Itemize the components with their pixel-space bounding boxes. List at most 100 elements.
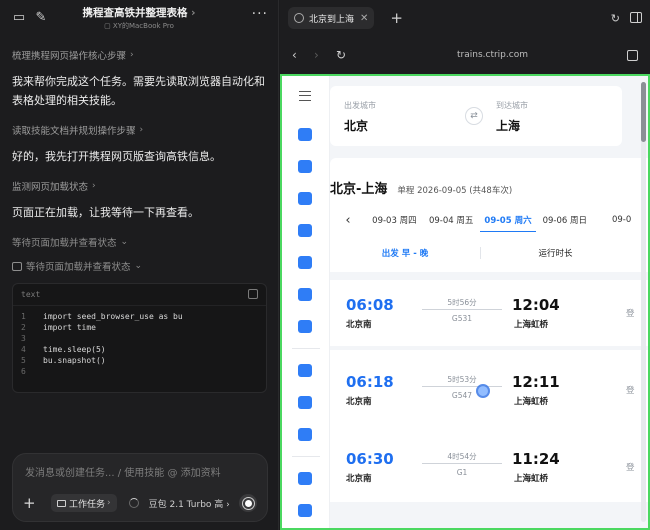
nav-divider [292, 348, 320, 349]
nav-divider [292, 456, 320, 457]
sort-by-duration[interactable]: 运行时长 [480, 247, 630, 259]
address-bar: ‹ › ↻ trains.ctrip.com [280, 36, 650, 74]
chat-pane: ▭ ✎ 携程查高铁并整理表格 › ▢ XY的MacBook Pro ··· 梳理… [0, 0, 279, 530]
train-row[interactable]: 06:18 北京南 5时53分 G547 12:11 上海虹桥 登 [330, 357, 648, 423]
book-button[interactable]: 登 [626, 461, 635, 473]
model-selector[interactable]: 豆包 2.1 Turbo 高 › [149, 497, 230, 510]
row-separator [330, 502, 648, 528]
global-icon[interactable] [298, 472, 312, 485]
sort-by-departure[interactable]: 出发 早 - 晚 [330, 247, 480, 259]
url-display[interactable]: trains.ctrip.com [358, 50, 627, 60]
sidebar-toggle-icon[interactable]: ▭ [8, 6, 30, 28]
route-header: 北京-上海 单程 2026-09-05 (共48车次) [330, 178, 512, 197]
bus-icon[interactable] [298, 288, 312, 301]
transfer-icon[interactable] [298, 364, 312, 377]
car-icon[interactable] [298, 320, 312, 333]
code-line: 5 bu.snapshot() [21, 356, 106, 365]
travel-duration: 4时54分 [447, 452, 477, 461]
terminal-icon [12, 261, 22, 271]
step-summary[interactable]: 梳理携程网页操作核心步骤 › [12, 48, 266, 62]
step-summary[interactable]: 监测网页加载状态 › [12, 179, 266, 193]
duration-line [422, 309, 502, 310]
open-external-icon[interactable] [627, 49, 638, 61]
code-lines: 1 import seed_browser_use as bu 2 import t… [13, 306, 266, 382]
code-line: 6 [21, 367, 26, 376]
book-button[interactable]: 登 [626, 307, 635, 319]
arrival-time: 12:04 [512, 296, 560, 314]
tool-call-summary[interactable]: 等待页面加载并查看状态 ⌄ [12, 259, 266, 273]
browser-pane: 北京到上海 ✕ + ↻ ‹ › ↻ trains.ctrip.com 出发城市 … [280, 0, 650, 530]
from-city-label: 出发城市 [344, 101, 376, 110]
panel-layout-icon[interactable] [630, 11, 642, 23]
composer-placeholder[interactable]: 发消息或创建任务... / 使用技能 @ 添加资料 [25, 464, 221, 479]
scrollbar-thumb[interactable] [641, 82, 646, 142]
agent-cursor-indicator [476, 384, 490, 398]
code-line: 4 time.sleep(5) [21, 345, 106, 354]
new-tab-button[interactable]: + [390, 9, 403, 27]
train-number: G1 [456, 468, 468, 477]
train-number: G531 [451, 314, 473, 323]
departure-time: 06:18 [346, 373, 394, 391]
guide-icon[interactable] [298, 396, 312, 409]
arrival-station: 上海虹桥 [514, 474, 549, 484]
departure-station: 北京南 [346, 397, 372, 407]
close-tab-icon[interactable]: ✕ [360, 13, 368, 24]
assistant-message: 我来帮你完成这个任务。需要先读取浏览器自动化和表格处理的相关技能。 [12, 75, 265, 107]
new-chat-icon[interactable]: ✎ [30, 6, 52, 28]
city-selector: 出发城市 北京 ⇄ 到达城市 上海 [330, 86, 622, 146]
hotel-icon[interactable] [298, 128, 312, 141]
step-summary[interactable]: 读取技能文档并规划操作步骤 › [12, 123, 266, 137]
window-controls: ↻ [611, 11, 642, 25]
date-tab-active[interactable]: 09-05 周六 [479, 209, 537, 232]
date-selector: ‹ 09-03 周四 09-04 周五 09-05 周六 09-06 周日 09… [330, 206, 648, 234]
page-scrollbar[interactable] [641, 82, 646, 522]
departure-time: 06:30 [346, 450, 394, 468]
deals-icon[interactable] [298, 428, 312, 441]
arrival-time: 12:11 [512, 373, 560, 391]
departure-time: 06:08 [346, 296, 394, 314]
stop-button[interactable] [239, 494, 257, 512]
date-tab[interactable]: 09-06 周日 [536, 209, 593, 231]
work-task-chip[interactable]: 工作任务 › [51, 494, 117, 512]
code-language: text [13, 284, 266, 306]
code-line: 1 import seed_browser_use as bu [21, 312, 183, 321]
browser-tabbar: 北京到上海 ✕ + ↻ [280, 0, 650, 36]
code-block: text 1 import seed_browser_use as bu 2 imp… [12, 283, 267, 393]
refresh-panel-icon[interactable]: ↻ [611, 12, 620, 25]
from-city-field[interactable]: 北京 [344, 117, 368, 134]
duration-line [422, 463, 502, 464]
attach-button[interactable]: + [23, 494, 39, 512]
to-city-label: 到达城市 [496, 101, 528, 110]
ticket-icon[interactable] [298, 224, 312, 237]
app-icon[interactable] [298, 504, 312, 517]
train-row[interactable]: 06:30 北京南 4时54分 G1 11:24 上海虹桥 登 [330, 434, 648, 500]
chat-topbar: ▭ ✎ 携程查高铁并整理表格 › ▢ XY的MacBook Pro ··· [0, 0, 278, 34]
to-city-field[interactable]: 上海 [496, 117, 520, 134]
date-tab[interactable]: 09-03 周四 [366, 209, 423, 231]
message-composer[interactable]: 发消息或创建任务... / 使用技能 @ 添加资料 + 工作任务 › 豆包 2.… [12, 453, 268, 522]
duration-line [422, 386, 502, 387]
departure-station: 北京南 [346, 474, 372, 484]
back-button[interactable]: ‹ [292, 48, 314, 62]
laptop-icon [57, 499, 66, 507]
flight-icon[interactable] [298, 160, 312, 173]
book-button[interactable]: 登 [626, 384, 635, 396]
swap-cities-button[interactable]: ⇄ [465, 107, 483, 125]
composer-toolbar: + 工作任务 › 豆包 2.1 Turbo 高 › [23, 493, 257, 513]
menu-icon[interactable] [299, 91, 311, 101]
arrival-station: 上海虹桥 [514, 397, 549, 407]
sort-filter-row: 出发 早 - 晚 运行时长 [330, 242, 648, 264]
reload-button[interactable]: ↻ [336, 48, 358, 62]
route-title: 北京-上海 [330, 182, 388, 197]
browser-tab[interactable]: 北京到上海 ✕ [288, 7, 375, 29]
train-icon[interactable] [298, 192, 312, 205]
prev-date-button[interactable]: ‹ [330, 213, 366, 228]
attractions-icon[interactable] [298, 256, 312, 269]
train-row[interactable]: 06:08 北京南 5时56分 G531 12:04 上海虹桥 登 [330, 280, 648, 346]
more-options-button[interactable]: ··· [252, 6, 268, 22]
copy-icon[interactable] [248, 289, 258, 299]
forward-button[interactable]: › [314, 48, 336, 62]
date-tab[interactable]: 09-04 周五 [423, 209, 480, 231]
departure-station: 北京南 [346, 320, 372, 330]
step-summary[interactable]: 等待页面加载并查看状态 ⌄ [12, 235, 266, 249]
